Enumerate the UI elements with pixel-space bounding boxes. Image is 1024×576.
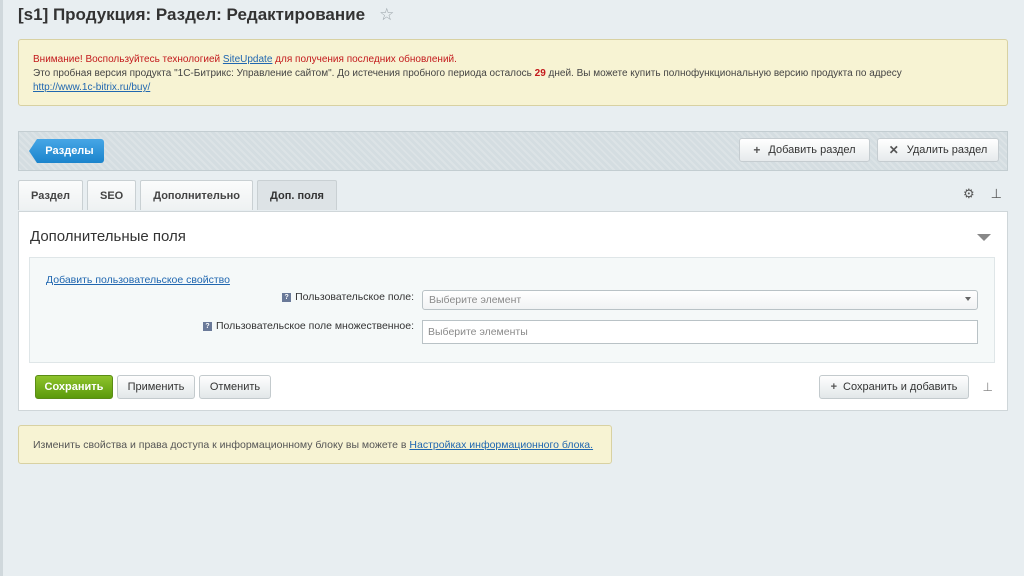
user-field-select[interactable]: Выберите элемент — [422, 290, 978, 310]
notice-warning-suffix: для получения последних обновлений. — [275, 54, 457, 65]
tab-section[interactable]: Раздел — [18, 180, 83, 210]
close-icon: ✕ — [888, 143, 899, 157]
chevron-down-icon — [965, 297, 971, 301]
notice-warning-prefix: Внимание! Воспользуйтесь технологией — [33, 54, 221, 65]
help-icon[interactable]: ? — [282, 292, 292, 302]
save-and-add-label: Сохранить и добавить — [843, 381, 958, 393]
chevron-down-icon[interactable] — [977, 234, 991, 241]
window-edge — [0, 0, 3, 576]
siteupdate-link[interactable]: SiteUpdate — [223, 54, 272, 65]
favorite-star-icon[interactable]: ☆ — [379, 5, 394, 25]
form-tabs: Раздел SEO Дополнительно Доп. поля — [18, 180, 341, 210]
add-property-link[interactable]: Добавить пользовательское свойство — [46, 274, 230, 286]
user-field-multiple-input[interactable]: Выберите элементы — [422, 320, 978, 344]
cancel-button[interactable]: Отменить — [199, 375, 271, 399]
pin-icon[interactable]: ⊥ — [991, 186, 1002, 202]
buy-link[interactable]: http://www.1c-bitrix.ru/buy/ — [33, 82, 150, 93]
pin-icon[interactable]: ⊥ — [983, 380, 993, 394]
delete-section-button[interactable]: ✕ Удалить раздел — [877, 138, 999, 162]
plus-icon: + — [753, 143, 761, 157]
delete-section-label: Удалить раздел — [906, 144, 988, 156]
gear-icon[interactable]: ⚙ — [963, 186, 975, 202]
page-title: [s1] Продукция: Раздел: Редактирование ☆ — [18, 5, 394, 25]
notice-trial-prefix: Это пробная версия продукта "1С-Битрикс:… — [33, 68, 532, 79]
save-and-add-button[interactable]: + Сохранить и добавить — [819, 375, 969, 399]
iblock-settings-link[interactable]: Настройках информационного блока. — [409, 439, 593, 451]
notice-trial-line: Это пробная версия продукта "1С-Битрикс:… — [33, 67, 993, 81]
save-button[interactable]: Сохранить — [35, 375, 113, 399]
apply-button[interactable]: Применить — [117, 375, 195, 399]
info-text: Изменить свойства и права доступа к инфо… — [33, 438, 407, 451]
notice-buy-line: http://www.1c-bitrix.ru/buy/ — [33, 81, 993, 95]
select-placeholder: Выберите элемент — [429, 294, 522, 306]
panel-title: Дополнительные поля — [30, 228, 186, 245]
fields-area: Добавить пользовательское свойство ? Пол… — [29, 257, 995, 363]
trial-days-count: 29 — [534, 68, 546, 79]
field-label-user-field: ? Пользовательское поле: — [282, 291, 414, 303]
field-label-text: Пользовательское поле: — [295, 291, 414, 303]
tab-seo[interactable]: SEO — [87, 180, 137, 210]
notice-trial-suffix: дней. Вы можете купить полнофункциональн… — [548, 68, 902, 79]
add-section-button[interactable]: + Добавить раздел — [739, 138, 870, 162]
input-placeholder: Выберите элементы — [428, 326, 528, 338]
context-toolbar: Разделы + Добавить раздел ✕ Удалить разд… — [18, 131, 1008, 171]
update-notice: Внимание! Воспользуйтесь технологией Sit… — [18, 39, 1008, 106]
field-label-text: Пользовательское поле множественное: — [215, 320, 414, 332]
page-title-text: [s1] Продукция: Раздел: Редактирование — [18, 5, 366, 24]
field-label-user-field-multiple: ? Пользовательское поле множественное: — [202, 320, 414, 332]
tab-extra-fields[interactable]: Доп. поля — [257, 180, 337, 210]
notice-warning-line: Внимание! Воспользуйтесь технологией Sit… — [33, 53, 993, 67]
plus-icon: + — [830, 381, 838, 393]
tab-tools: ⚙ ⊥ — [963, 186, 1002, 202]
tab-additional[interactable]: Дополнительно — [140, 180, 254, 210]
help-icon[interactable]: ? — [202, 321, 212, 331]
iblock-info-notice: Изменить свойства и права доступа к инфо… — [18, 425, 612, 464]
add-section-label: Добавить раздел — [768, 144, 856, 156]
extra-fields-panel: Дополнительные поля Добавить пользовател… — [18, 211, 1008, 411]
sections-back-button[interactable]: Разделы — [29, 139, 104, 163]
